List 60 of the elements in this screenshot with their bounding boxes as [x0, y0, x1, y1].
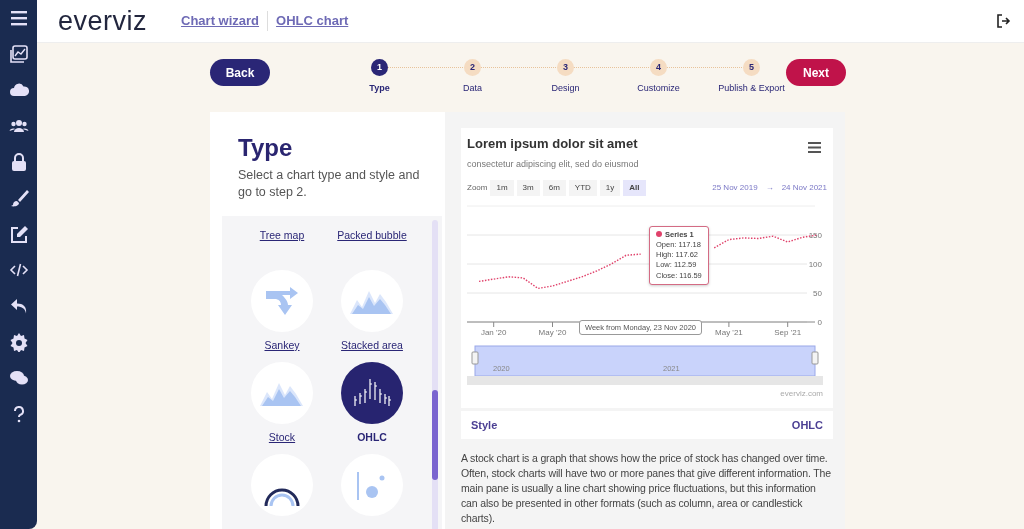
zoom-range-button[interactable]: 1m: [490, 179, 514, 196]
range-arrow: →: [765, 182, 774, 192]
chart-type-link[interactable]: Stacked area: [332, 338, 412, 353]
back-button[interactable]: Back: [210, 59, 270, 86]
step-label[interactable]: Publish & Export: [718, 82, 785, 96]
settings-icon[interactable]: [8, 332, 29, 352]
breadcrumb-link[interactable]: OHLC chart: [267, 11, 357, 31]
edit-icon[interactable]: [8, 224, 29, 244]
logo: everviz: [58, 7, 148, 35]
range-end-date[interactable]: 24 Nov 2021: [781, 182, 827, 192]
credit-text: everviz.com: [780, 388, 823, 398]
range-start-date[interactable]: 25 Nov 2019: [712, 182, 758, 192]
step-label[interactable]: Data: [463, 82, 482, 96]
menu-icon[interactable]: [8, 8, 29, 28]
x-axis-label: Sep '21: [774, 327, 802, 337]
zoom-range-button[interactable]: 1y: [599, 179, 621, 196]
scrollbar-track[interactable]: [432, 219, 438, 529]
menu-icon[interactable]: [808, 142, 821, 153]
scrollbar-thumb[interactable]: [432, 389, 438, 480]
step-number[interactable]: 2: [464, 59, 481, 76]
y-axis-label: 100: [808, 259, 822, 269]
chart-type-link[interactable]: Sankey: [242, 338, 322, 353]
panel-title: Type: [237, 134, 294, 163]
chart-type-link[interactable]: Tree map: [242, 228, 322, 242]
step-number[interactable]: 3: [557, 59, 574, 76]
style-value: OHLC: [791, 417, 823, 433]
zoom-range-button[interactable]: All: [623, 179, 646, 196]
zoom-range-button[interactable]: YTD: [568, 179, 597, 196]
chart-title: Lorem ipsum dolor sit amet: [467, 136, 638, 152]
panel-subtitle: Select a chart type and style and go to step 2.: [237, 166, 421, 202]
step-number[interactable]: 4: [650, 59, 667, 76]
step-number[interactable]: 5: [743, 59, 760, 76]
navigator-handle[interactable]: [471, 351, 479, 364]
zoom-label: Zoom: [467, 181, 488, 194]
style-label: Style: [471, 417, 498, 433]
x-axis-label: Jan '20: [480, 327, 507, 337]
y-axis-label: 0: [817, 317, 822, 327]
y-axis-label: 150: [808, 230, 822, 240]
gauge-icon: [262, 487, 302, 507]
step-label[interactable]: Design: [551, 82, 580, 96]
step-label[interactable]: Type: [369, 82, 390, 96]
zoom-range-button[interactable]: 3m: [516, 179, 540, 196]
zoom-range-button[interactable]: 6m: [542, 179, 566, 196]
chart-subtitle: consectetur adipiscing elit, sed do eiusmod: [467, 158, 640, 171]
next-button[interactable]: Next: [786, 59, 846, 86]
step-label[interactable]: Customize: [637, 82, 680, 96]
logout-icon[interactable]: [997, 14, 1011, 28]
chart-gallery-icon[interactable]: [8, 44, 29, 64]
chart-type-link[interactable]: Packed bubble: [332, 228, 412, 242]
chart-type-link[interactable]: Stock: [242, 431, 322, 445]
chart-type-link[interactable]: OHLC: [332, 431, 412, 445]
y-axis-label: 50: [813, 288, 822, 298]
navigator-scrollbar[interactable]: [467, 375, 823, 385]
step-number[interactable]: 1: [371, 59, 388, 76]
x-axis-label: May '21: [715, 327, 743, 337]
sankey-icon: [264, 284, 300, 317]
x-axis-label: May '20: [538, 327, 567, 337]
navigator-handle[interactable]: [811, 351, 819, 364]
breadcrumb-link[interactable]: Chart wizard: [173, 11, 268, 31]
chart-description: A stock chart is a graph that shows how the price of stock has changed over time. Often, stock charts will have two or more panes that give different information. The main pane is usually a line chart showing price fluctuations, but this information can also be presented in other formats (such as column, area or candlestick charts).: [461, 451, 832, 526]
